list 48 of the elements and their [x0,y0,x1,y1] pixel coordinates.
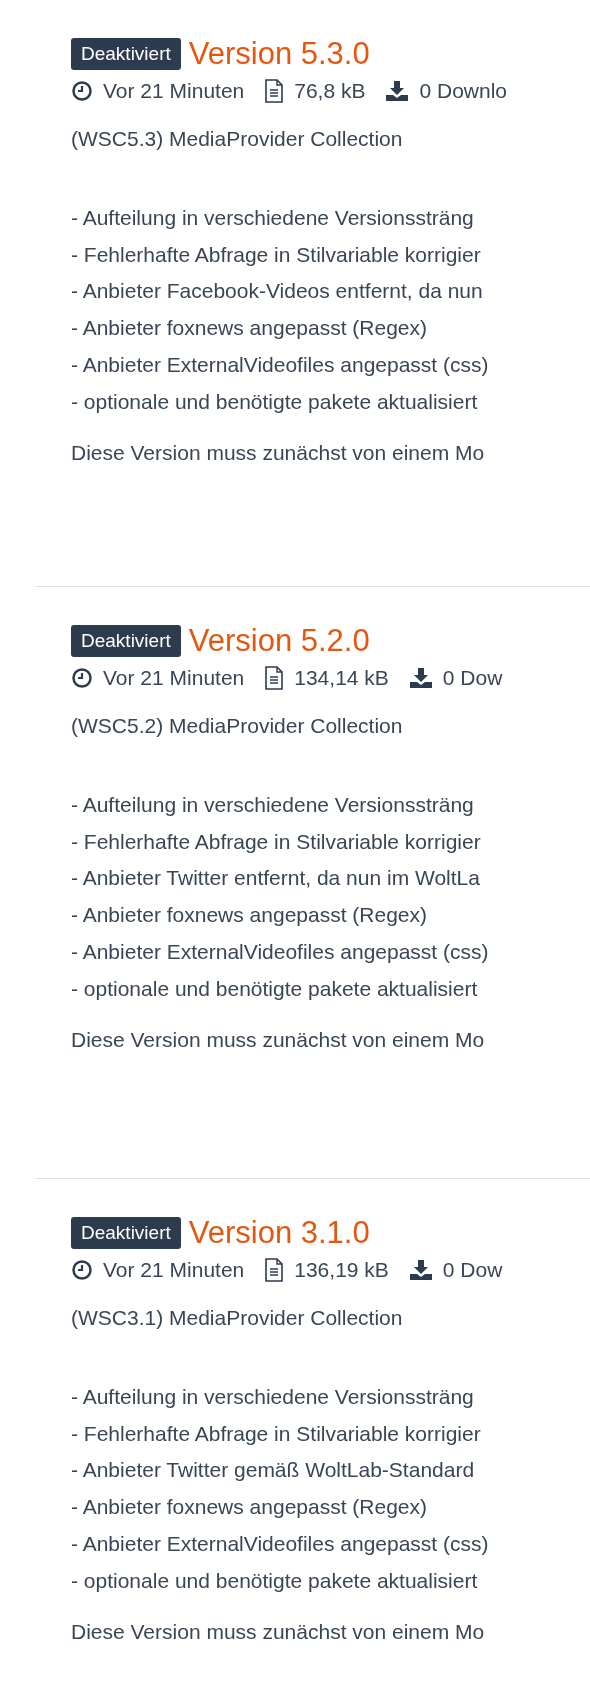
status-badge: Deaktiviert [71,38,181,70]
document-icon [264,79,285,103]
description-text: (WSC5.3) MediaProvider Collection [71,126,404,152]
change-line: - optionale und benötigte pakete aktualisiert [71,1567,479,1594]
time-text: Vor 21 Minuten [103,665,245,691]
download-count: 0 Downlo [419,78,508,104]
change-line: - Aufteilung in verschiedene Versionssträng [71,205,475,231]
document-icon [264,666,285,690]
change-line: - Anbieter Facebook-Videos entfernt, da nun [71,278,484,305]
description-text: (WSC3.1) MediaProvider Collection [71,1305,404,1331]
status-badge: Deaktiviert [71,1217,181,1249]
change-line: - Fehlerhafte Abfrage in Stilvariable korrigier [71,1420,482,1447]
version-title[interactable]: Version 5.3.0 [188,34,370,74]
change-line: - Anbieter foxnews angepasst (Regex) [71,902,429,929]
clock-icon [71,667,93,689]
change-line: - Anbieter ExternalVideofiles angepasst (css) [71,351,490,378]
clock-icon [71,80,93,102]
change-line: - Anbieter ExternalVideofiles angepasst (css) [71,1530,490,1557]
document-icon [264,1258,285,1282]
change-line: - Aufteilung in verschiedene Versionssträng [71,792,475,818]
change-line: - Anbieter ExternalVideofiles angepasst (css) [71,938,490,965]
change-line: - optionale und benötigte pakete aktualisiert [71,975,479,1002]
file-size: 136,19 kB [294,1257,389,1283]
time-text: Vor 21 Minuten [103,1257,245,1283]
time-text: Vor 21 Minuten [103,78,245,104]
clock-icon [71,1259,93,1281]
status-badge: Deaktiviert [71,625,181,657]
download-count: 0 Dow [442,1257,503,1283]
download-icon [408,667,433,689]
moderation-note: Diese Version muss zunächst von einem Mo [71,1027,486,1054]
download-icon [385,80,410,102]
download-count: 0 Dow [442,665,503,691]
change-line: - Anbieter foxnews angepasst (Regex) [71,315,429,342]
change-line: - Anbieter Twitter gemäß WoltLab-Standard [71,1457,476,1484]
file-size: 134,14 kB [294,665,389,691]
download-icon [408,1259,433,1281]
moderation-note: Diese Version muss zunächst von einem Mo [71,1619,486,1646]
file-size: 76,8 kB [294,78,366,104]
change-line: - Anbieter Twitter entfernt, da nun im WoltLa [71,865,481,892]
change-line: - optionale und benötigte pakete aktualisiert [71,388,479,415]
change-line: - Fehlerhafte Abfrage in Stilvariable korrigier [71,828,482,855]
description-text: (WSC5.2) MediaProvider Collection [71,713,404,739]
change-line: - Anbieter foxnews angepasst (Regex) [71,1494,429,1521]
version-title[interactable]: Version 3.1.0 [188,1213,370,1253]
change-line: - Aufteilung in verschiedene Versionssträng [71,1384,475,1410]
change-line: - Fehlerhafte Abfrage in Stilvariable korrigier [71,241,482,268]
moderation-note: Diese Version muss zunächst von einem Mo [71,440,486,467]
version-title[interactable]: Version 5.2.0 [188,621,370,661]
